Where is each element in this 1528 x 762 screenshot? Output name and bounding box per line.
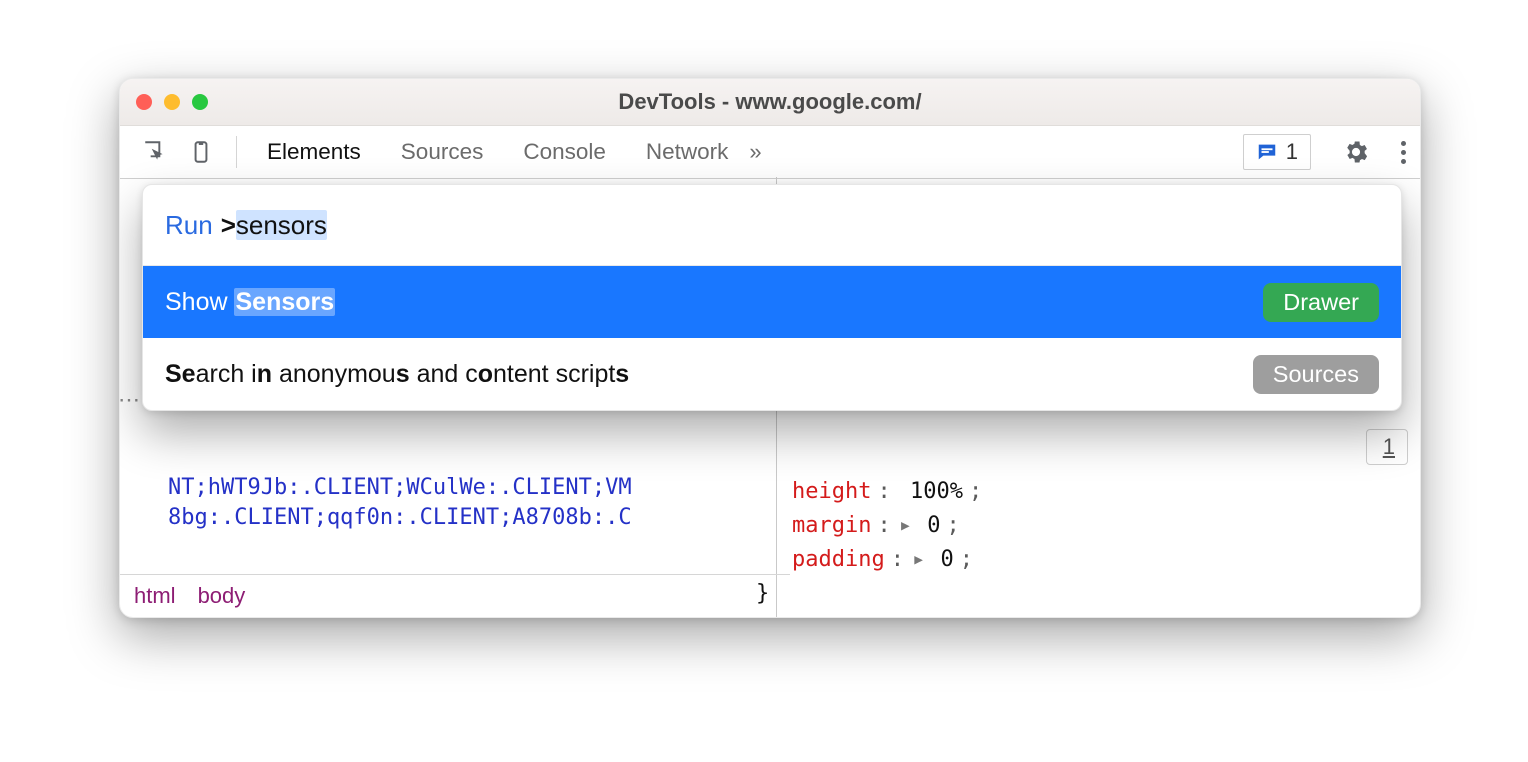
toolbar-separator xyxy=(236,136,237,168)
window-title: DevTools - www.google.com/ xyxy=(618,89,921,115)
minimize-icon[interactable] xyxy=(164,94,180,110)
breadcrumb-item[interactable]: html xyxy=(134,583,176,609)
command-input-row[interactable]: Run > sensors xyxy=(143,185,1401,265)
inspect-element-icon[interactable] xyxy=(138,135,172,169)
breadcrumb: html body xyxy=(120,574,790,617)
toolbar: Elements Sources Console Network » 1 xyxy=(120,126,1420,179)
command-result[interactable]: Show Sensors Drawer xyxy=(143,266,1401,338)
run-label: Run xyxy=(165,210,213,241)
device-toolbar-icon[interactable] xyxy=(184,135,218,169)
tab-sources[interactable]: Sources xyxy=(401,139,484,165)
messages-button[interactable]: 1 xyxy=(1243,134,1311,170)
tab-elements[interactable]: Elements xyxy=(267,139,361,165)
command-query: sensors xyxy=(236,210,327,241)
command-results: Show Sensors Drawer Search in anonymous an… xyxy=(143,265,1401,410)
dom-line: 8bg:.CLIENT;qqf0n:.CLIENT;A8708b:.C xyxy=(168,503,768,533)
dom-line: NT;hWT9Jb:.CLIENT;WCulWe:.CLIENT;VM xyxy=(168,473,768,503)
gear-icon xyxy=(1342,138,1370,166)
title-bar: DevTools - www.google.com/ xyxy=(120,79,1420,126)
css-declaration[interactable]: margin:▸ 0; xyxy=(792,509,988,543)
styles-count: 1 xyxy=(1383,434,1395,460)
css-declaration[interactable]: padding:▸ 0; xyxy=(792,543,988,577)
command-prefix: > xyxy=(221,210,236,241)
more-tabs-icon[interactable]: » xyxy=(740,139,770,165)
command-result-badge: Sources xyxy=(1253,355,1379,394)
css-rules: height: 100%;margin:▸ 0;padding:▸ 0;} xyxy=(792,475,988,611)
css-declaration[interactable]: height: 100%; xyxy=(792,475,988,509)
styles-count-badge[interactable]: 1 xyxy=(1366,429,1408,465)
messages-count: 1 xyxy=(1286,139,1298,165)
tab-console[interactable]: Console xyxy=(523,139,606,165)
close-icon[interactable] xyxy=(136,94,152,110)
command-result-label: Show Sensors xyxy=(165,288,335,317)
css-brace-close: } xyxy=(756,577,988,611)
window-controls xyxy=(136,94,208,110)
tab-network[interactable]: Network xyxy=(646,139,729,165)
command-menu: Run > sensors Show Sensors Drawer Search i… xyxy=(142,184,1402,411)
command-result-label: Search in anonymous and content scripts xyxy=(165,360,629,389)
dom-snippet: NT;hWT9Jb:.CLIENT;WCulWe:.CLIENT;VM 8bg:… xyxy=(168,473,768,533)
devtools-window: DevTools - www.google.com/ Elements Sour… xyxy=(119,78,1421,618)
command-result[interactable]: Search in anonymous and content scripts S… xyxy=(143,338,1401,410)
breadcrumb-item[interactable]: body xyxy=(198,583,246,609)
resize-handle-icon[interactable]: ⋯ xyxy=(119,387,142,413)
settings-button[interactable] xyxy=(1339,135,1373,169)
command-result-badge: Drawer xyxy=(1263,283,1379,322)
maximize-icon[interactable] xyxy=(192,94,208,110)
more-options-button[interactable] xyxy=(1401,141,1406,164)
panel-tabs: Elements Sources Console Network xyxy=(267,139,728,165)
message-icon xyxy=(1256,141,1278,163)
